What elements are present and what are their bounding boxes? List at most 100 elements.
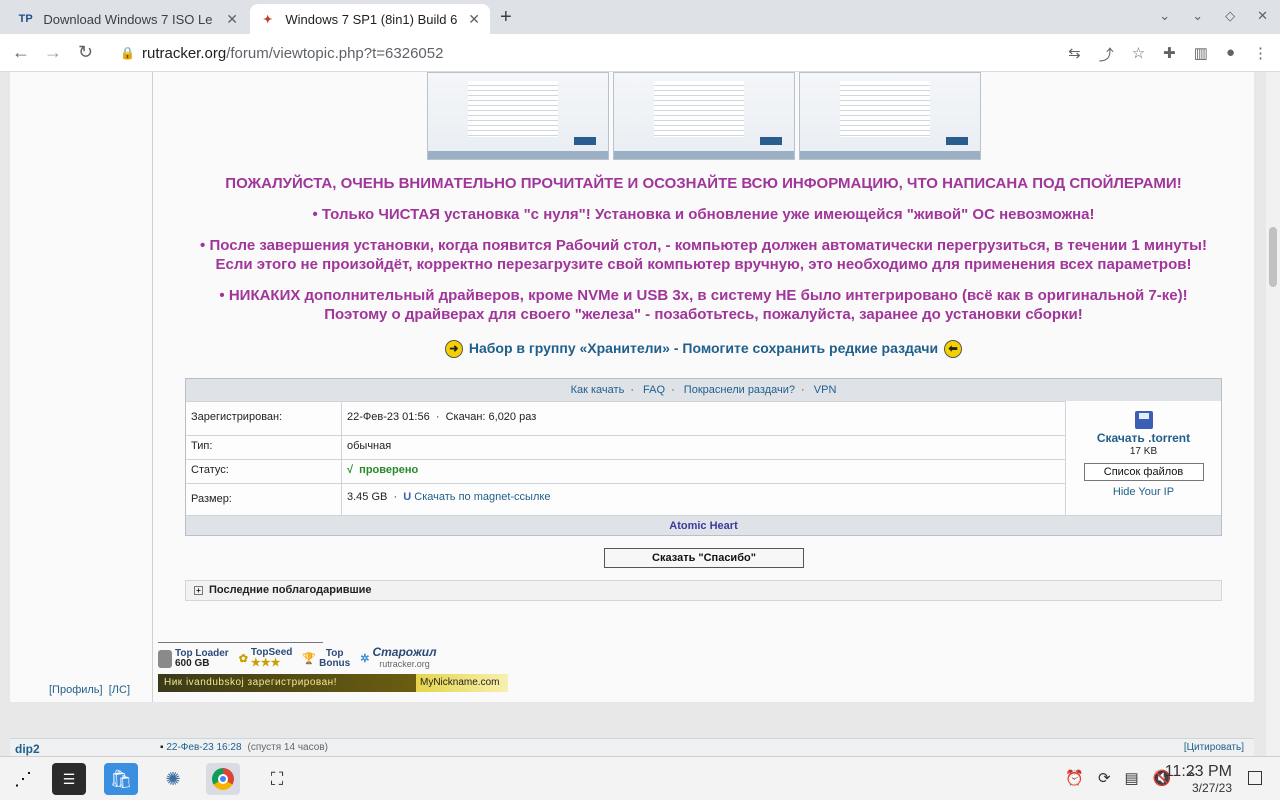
size-label: Размер: xyxy=(186,484,342,515)
top-seed-badge[interactable]: ✿ TopSeed ★★★ xyxy=(239,648,293,669)
scrollbar-thumb[interactable] xyxy=(1269,227,1277,287)
screenshot-thumbnail[interactable] xyxy=(427,72,609,160)
update-icon[interactable]: ⟳ xyxy=(1098,769,1111,787)
nickname-banner-text: Ник ivandubskoj зарегистрирован! xyxy=(158,674,416,692)
faq-link[interactable]: FAQ xyxy=(643,384,665,396)
translate-icon[interactable]: ⇆ xyxy=(1068,44,1081,65)
sidebar-icon[interactable]: ▥ xyxy=(1194,44,1208,65)
lock-icon[interactable]: 🔒 xyxy=(120,46,135,60)
clock-date: 3/27/23 xyxy=(1191,781,1232,795)
new-tab-icon[interactable]: + xyxy=(500,6,512,29)
close-tab-icon[interactable]: ✕ xyxy=(226,11,238,28)
fish-app-icon[interactable]: ✺ xyxy=(156,763,190,795)
top-loader-badge[interactable]: Top Loader 600 GB xyxy=(158,648,229,669)
back-icon[interactable]: ← xyxy=(12,42,30,63)
close-tab-icon[interactable]: ✕ xyxy=(468,11,480,28)
type-label: Тип: xyxy=(186,436,342,459)
close-window-icon[interactable]: ✕ xyxy=(1257,8,1268,24)
trophy-icon: 🏆 xyxy=(302,652,317,665)
profile-avatar-icon[interactable]: ● xyxy=(1226,44,1235,65)
notice-reboot-manual: Если этого не произойдёт, корректно пере… xyxy=(215,256,1192,273)
url-host: rutracker.org xyxy=(142,44,227,62)
show-desktop-icon[interactable] xyxy=(1248,771,1262,785)
medal-icon xyxy=(158,649,172,668)
oldtimer-badge[interactable]: ✲ Старожил rutracker.org xyxy=(360,645,437,670)
profile-link[interactable]: [Профиль] xyxy=(49,684,103,696)
page-scrollbar[interactable] xyxy=(1266,72,1280,756)
share-icon[interactable]: ⤴ xyxy=(1099,44,1114,65)
url-path: /forum/viewtopic.php?t=6326052 xyxy=(226,44,444,62)
red-torrents-link[interactable]: Покраснели раздачи? xyxy=(684,384,795,396)
notifications-icon[interactable]: ⏰ xyxy=(1065,769,1084,787)
address-bar[interactable]: 🔒 rutracker.org/forum/viewtopic.php?t=63… xyxy=(112,38,1032,68)
next-post-date[interactable]: 22-Фев-23 16:28 xyxy=(166,742,241,753)
download-torrent-link[interactable]: Скачать .torrent xyxy=(1066,431,1221,445)
torrent-info-table: Как качать · FAQ · Покраснели раздачи? · VP… xyxy=(185,378,1222,536)
snowflake-icon: ✲ xyxy=(360,652,370,665)
tab-windows7-sp1[interactable]: ✦ Windows 7 SP1 (8in1) Build 6 ✕ xyxy=(250,4,490,34)
check-icon: √ xyxy=(347,464,354,476)
torrent-footer-title[interactable]: Atomic Heart xyxy=(186,515,1221,535)
stars-icon: ★★★ xyxy=(250,657,281,669)
file-list-button[interactable]: Список файлов xyxy=(1083,463,1204,481)
say-thanks-button[interactable]: Сказать "Спасибо" xyxy=(604,548,804,568)
oldtimer-label: Старожил xyxy=(372,645,437,659)
next-post-elapsed: (спустя 14 часов) xyxy=(247,742,328,753)
screenshot-thumbnail[interactable] xyxy=(613,72,795,160)
expand-icon[interactable]: + xyxy=(194,585,203,595)
magnet-link[interactable]: Скачать по magnet-ссылке xyxy=(414,491,550,503)
extensions-icon[interactable]: ✚ xyxy=(1163,44,1176,65)
diamond-icon[interactable]: ◇ xyxy=(1225,8,1235,24)
bookmark-star-icon[interactable]: ☆ xyxy=(1132,44,1145,65)
screenshots xyxy=(427,72,981,160)
launcher-icon[interactable]: ⋰ xyxy=(6,763,40,795)
last-thanked-spoiler[interactable]: + Последние поблагодарившие xyxy=(185,580,1222,601)
store-bag-icon[interactable]: 🛍 xyxy=(104,763,138,795)
forward-icon[interactable]: → xyxy=(44,42,62,63)
top-bonus-badge[interactable]: 🏆 Top Bonus xyxy=(302,648,350,669)
size-value: 3.45 GB xyxy=(347,491,388,503)
clock[interactable]: 11:23 PM 3/27/23 xyxy=(1165,763,1232,795)
post-separator xyxy=(10,702,1254,738)
minimize-icon[interactable]: ⌄ xyxy=(1192,8,1203,24)
notice-reboot: • После завершения установки, когда появ… xyxy=(200,237,1207,254)
pm-link[interactable]: [ЛС] xyxy=(109,684,130,696)
browser-toolbar: ← → ↻ 🔒 rutracker.org/forum/viewtopic.ph… xyxy=(0,34,1280,72)
rutracker-favicon: TP xyxy=(18,13,33,25)
reload-icon[interactable]: ↻ xyxy=(78,42,93,63)
torrent-header-links: Как качать · FAQ · Покраснели раздачи? · VP… xyxy=(186,379,1221,401)
magnet-icon: U xyxy=(403,491,412,503)
how-to-download-link[interactable]: Как качать xyxy=(571,384,625,396)
clock-time: 11:23 PM xyxy=(1164,763,1232,780)
arrow-left-icon: ⬅ xyxy=(944,340,963,359)
settings-sliders-icon[interactable]: ☰ xyxy=(52,763,86,795)
clipboard-icon[interactable]: ▤ xyxy=(1125,769,1139,787)
nickname-banner[interactable]: Ник ivandubskoj зарегистрирован! MyNickn… xyxy=(158,674,508,692)
screenshot-tool-icon[interactable]: ⛶ xyxy=(260,763,294,795)
chevron-down-icon[interactable]: ⌄ xyxy=(1159,8,1170,24)
post-body: ПОЖАЛУЙСТА, ОЧЕНЬ ВНИМАТЕЛЬНО ПРОЧИТАЙТЕ… xyxy=(153,72,1254,702)
next-post-header: dip2 ▪ 22-Фев-23 16:28 (спустя 14 часов) … xyxy=(10,738,1254,756)
last-thanked-label: Последние поблагодарившие xyxy=(209,584,372,596)
next-post-username[interactable]: dip2 xyxy=(15,742,40,756)
tab-bar: TP Download Windows 7 ISO Le ✕ ✦ Windows… xyxy=(0,0,1280,34)
vpn-link[interactable]: VPN xyxy=(814,384,837,396)
hide-ip-link[interactable]: Hide Your IP xyxy=(1066,486,1221,498)
screenshot-thumbnail[interactable] xyxy=(799,72,981,160)
nickname-banner-site: MyNickname.com xyxy=(416,674,508,692)
profile-links: [Профиль] [ЛС] xyxy=(49,684,130,696)
notice-clean-install: • Только ЧИСТАЯ установка "с нуля"! Уста… xyxy=(312,206,1095,223)
chrome-icon[interactable] xyxy=(206,763,240,795)
notice-spoilers: ПОЖАЛУЙСТА, ОЧЕНЬ ВНИМАТЕЛЬНО ПРОЧИТАЙТЕ… xyxy=(225,175,1182,192)
page-content: [Профиль] [ЛС] ПОЖАЛУЙСТА, ОЧЕНЬ ВНИМАТЕ… xyxy=(0,72,1266,756)
menu-icon[interactable]: ⋮ xyxy=(1253,44,1268,65)
tab-download-windows[interactable]: TP Download Windows 7 ISO Le ✕ xyxy=(8,4,248,34)
quote-link[interactable]: [Цитировать] xyxy=(1184,742,1244,753)
post-icon: ▪ xyxy=(160,742,164,753)
os-taskbar: ⋰ ☰ 🛍 ✺ ⛶ ⏰ ⟳ ▤ 🔇 ⌃ 11:23 PM 3/27/23 xyxy=(0,756,1280,800)
guardians-link[interactable]: Набор в группу «Хранители» - Помогите со… xyxy=(469,340,938,356)
registered-value: 22-Фев-23 01:56 xyxy=(347,411,430,423)
floppy-disk-icon xyxy=(1134,411,1153,429)
size-row: Размер: 3.45 GB · U Скачать по magnet-сс… xyxy=(186,483,1065,515)
flower-icon: ✿ xyxy=(238,652,248,665)
